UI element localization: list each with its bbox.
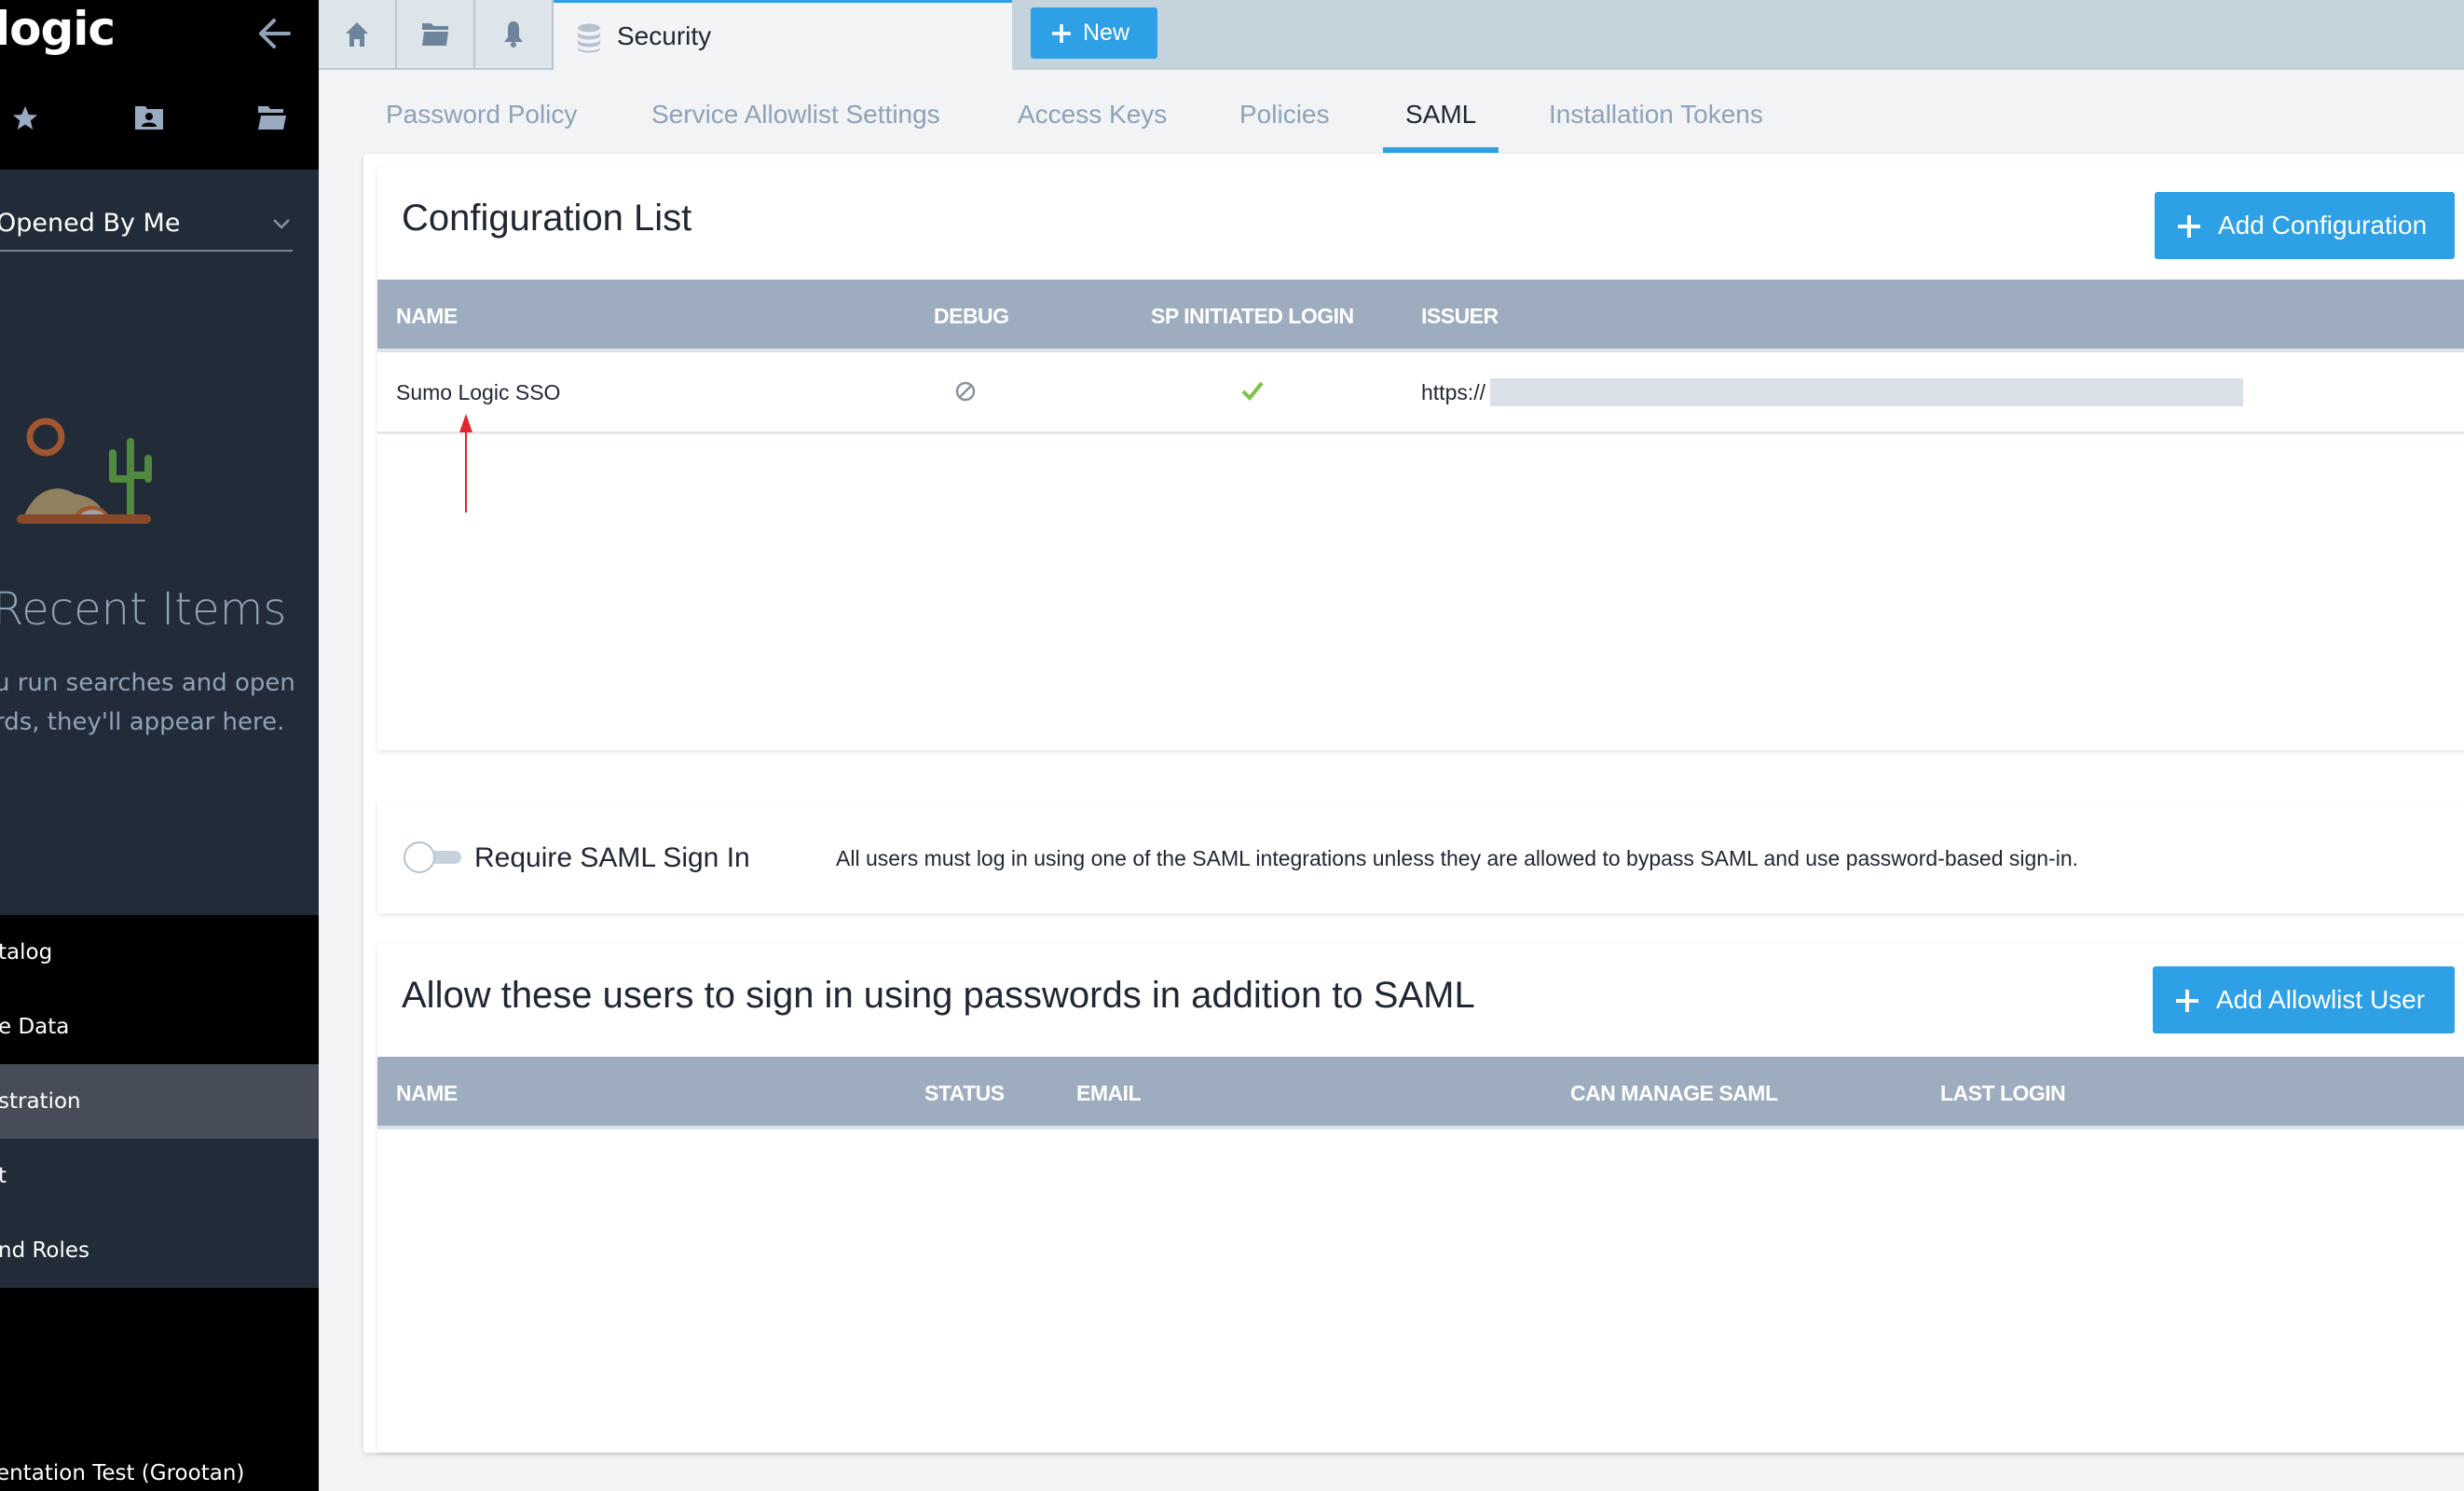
- home-icon: [346, 21, 368, 47]
- add-allowlist-user-button[interactable]: Add Allowlist User: [2153, 966, 2455, 1033]
- redacted-issuer: [1490, 378, 2243, 406]
- tab-service-allowlist-settings[interactable]: Service Allowlist Settings: [651, 100, 940, 130]
- column-header-last-login[interactable]: LAST LOGIN: [1940, 1081, 2066, 1106]
- issuer-value: https://: [1421, 380, 1486, 404]
- sidebar-item-label: stration: [0, 1089, 81, 1114]
- tab-installation-tokens[interactable]: Installation Tokens: [1549, 100, 1763, 130]
- recent-filter-dropdown[interactable]: Opened By Me: [0, 203, 293, 252]
- sidebar: logic Opened By Me Recent Items u run se…: [0, 0, 319, 1491]
- tab-label: Security: [617, 21, 712, 50]
- empty-state-line: rds, they'll appear here.: [0, 708, 285, 736]
- allowlist-card: Allow these users to sign in using passw…: [377, 943, 2464, 1452]
- empty-state-description: u run searches and open rds, they'll app…: [0, 663, 295, 742]
- folder-open-icon[interactable]: [257, 104, 289, 132]
- new-button-label: New: [1083, 20, 1130, 46]
- add-allowlist-user-label: Add Allowlist User: [2216, 985, 2426, 1014]
- plus-icon: [2178, 215, 2200, 238]
- tab-security[interactable]: Security: [554, 0, 1012, 70]
- tab-saml[interactable]: SAML: [1405, 100, 1476, 130]
- plus-icon: [1052, 24, 1071, 43]
- checkmark-icon: [1241, 380, 1264, 405]
- sidebar-item-administration[interactable]: stration: [0, 1064, 319, 1139]
- column-header-issuer[interactable]: ISSUER: [1421, 304, 1499, 329]
- database-icon: [578, 23, 600, 53]
- add-configuration-button[interactable]: Add Configuration: [2155, 192, 2455, 259]
- column-header-can-manage-saml[interactable]: CAN MANAGE SAML: [1570, 1081, 1778, 1106]
- active-tab-indicator: [1383, 147, 1499, 153]
- alerts-button[interactable]: [475, 0, 554, 70]
- configuration-list-title: Configuration List: [402, 198, 692, 239]
- column-header-name[interactable]: NAME: [396, 304, 458, 329]
- tab-password-policy[interactable]: Password Policy: [386, 100, 577, 130]
- sidebar-header: logic: [0, 0, 319, 170]
- require-saml-toggle[interactable]: [402, 839, 463, 876]
- column-header-debug[interactable]: DEBUG: [934, 304, 1009, 329]
- annotation-arrow: [459, 414, 473, 513]
- sidebar-item-label: talog: [0, 940, 53, 964]
- library-button[interactable]: [397, 0, 475, 70]
- new-button[interactable]: New: [1031, 7, 1157, 59]
- arrow-left-icon[interactable]: [255, 17, 293, 50]
- chevron-down-icon: [270, 212, 293, 235]
- empty-state-line: u run searches and open: [0, 669, 295, 697]
- allowlist-table-header: NAME STATUS EMAIL CAN MANAGE SAML LAST L…: [377, 1057, 2464, 1129]
- column-header-name[interactable]: NAME: [396, 1081, 458, 1106]
- sidebar-item-users-and-roles[interactable]: nd Roles: [0, 1213, 319, 1288]
- home-button[interactable]: [319, 0, 397, 70]
- sidebar-item-manage-data[interactable]: e Data: [0, 990, 319, 1064]
- sidebar-item-label: t: [0, 1164, 7, 1188]
- require-saml-card: Require SAML Sign In All users must log …: [377, 801, 2464, 913]
- security-subtabs: Password Policy Service Allowlist Settin…: [319, 70, 2464, 154]
- star-icon[interactable]: [11, 104, 43, 132]
- add-configuration-label: Add Configuration: [2218, 211, 2428, 239]
- app-root: logic Opened By Me Recent Items u run se…: [0, 0, 2464, 1491]
- table-row[interactable]: Sumo Logic SSO https://: [377, 356, 2464, 434]
- sidebar-footer: entation Test (Grootan): [0, 1288, 319, 1491]
- tab-access-keys[interactable]: Access Keys: [1018, 100, 1167, 130]
- sidebar-item-label: e Data: [0, 1015, 70, 1039]
- column-header-status[interactable]: STATUS: [924, 1081, 1005, 1106]
- dropdown-value: Opened By Me: [0, 209, 181, 238]
- empty-state-title: Recent Items: [0, 583, 287, 636]
- app-logo: logic: [0, 2, 116, 56]
- bell-icon: [504, 21, 523, 48]
- require-saml-description: All users must log in using one of the S…: [836, 846, 2079, 870]
- sidebar-item-label: nd Roles: [0, 1238, 90, 1263]
- require-saml-label: Require SAML Sign In: [474, 842, 750, 873]
- column-header-sp-initiated-login[interactable]: SP INITIATED LOGIN: [1151, 304, 1354, 329]
- org-name[interactable]: entation Test (Grootan): [0, 1461, 244, 1485]
- folder-icon: [422, 22, 448, 46]
- config-name[interactable]: Sumo Logic SSO: [396, 380, 560, 405]
- configuration-table-header: NAME DEBUG SP INITIATED LOGIN ISSUER: [377, 280, 2464, 352]
- debug-disabled-icon: [954, 380, 977, 407]
- tab-policies[interactable]: Policies: [1239, 100, 1329, 130]
- shared-folder-icon[interactable]: [134, 104, 166, 132]
- top-bar: Security New: [319, 0, 2464, 70]
- configuration-list-card: Configuration List Add Configuration NAM…: [377, 168, 2464, 750]
- plus-icon: [2176, 990, 2198, 1012]
- sidebar-item-app-catalog[interactable]: talog: [0, 915, 319, 990]
- empty-state-illustration: [0, 401, 186, 540]
- sidebar-item-account[interactable]: t: [0, 1139, 319, 1213]
- column-header-email[interactable]: EMAIL: [1076, 1081, 1142, 1106]
- allowlist-title: Allow these users to sign in using passw…: [402, 975, 1475, 1016]
